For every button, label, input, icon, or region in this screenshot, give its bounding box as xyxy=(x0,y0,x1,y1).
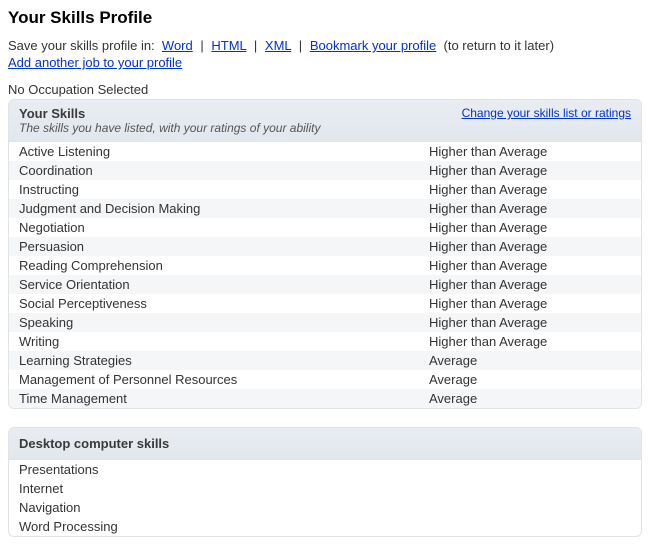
skill-name: Writing xyxy=(19,334,429,349)
save-html-link[interactable]: HTML xyxy=(211,38,246,53)
skill-rating: Higher than Average xyxy=(429,315,631,330)
no-occupation-text: No Occupation Selected xyxy=(8,82,642,97)
skill-row: Time ManagementAverage xyxy=(9,389,641,408)
bookmark-profile-link[interactable]: Bookmark your profile xyxy=(310,38,436,53)
skill-name: Coordination xyxy=(19,163,429,178)
desktop-skill-item: Word Processing xyxy=(9,517,641,536)
skills-panel-subtitle: The skills you have listed, with your ra… xyxy=(19,121,320,135)
skill-row: Active ListeningHigher than Average xyxy=(9,142,641,161)
skill-row: WritingHigher than Average xyxy=(9,332,641,351)
separator: | xyxy=(200,38,203,53)
skill-rating: Higher than Average xyxy=(429,239,631,254)
change-skills-link[interactable]: Change your skills list or ratings xyxy=(462,106,631,120)
skill-row: Learning StrategiesAverage xyxy=(9,351,641,370)
skill-row: Management of Personnel ResourcesAverage xyxy=(9,370,641,389)
skill-name: Time Management xyxy=(19,391,429,406)
skill-row: SpeakingHigher than Average xyxy=(9,313,641,332)
page-title: Your Skills Profile xyxy=(8,8,642,28)
desktop-skills-panel: Desktop computer skills PresentationsInt… xyxy=(8,427,642,537)
skill-row: NegotiationHigher than Average xyxy=(9,218,641,237)
skills-panel-title: Your Skills xyxy=(19,106,320,121)
skills-panel: Your Skills The skills you have listed, … xyxy=(8,99,642,409)
separator: | xyxy=(299,38,302,53)
skill-row: Social PerceptivenessHigher than Average xyxy=(9,294,641,313)
skill-row: Service OrientationHigher than Average xyxy=(9,275,641,294)
skill-rating: Average xyxy=(429,391,631,406)
skill-rating: Higher than Average xyxy=(429,277,631,292)
add-job-link[interactable]: Add another job to your profile xyxy=(8,55,182,70)
separator: | xyxy=(254,38,257,53)
skill-rating: Higher than Average xyxy=(429,220,631,235)
skill-rating: Higher than Average xyxy=(429,201,631,216)
save-trailing: (to return to it later) xyxy=(444,38,555,53)
skill-name: Reading Comprehension xyxy=(19,258,429,273)
skill-name: Learning Strategies xyxy=(19,353,429,368)
skill-name: Judgment and Decision Making xyxy=(19,201,429,216)
skill-row: PersuasionHigher than Average xyxy=(9,237,641,256)
save-word-link[interactable]: Word xyxy=(162,38,193,53)
skill-rating: Higher than Average xyxy=(429,334,631,349)
skill-name: Instructing xyxy=(19,182,429,197)
save-xml-link[interactable]: XML xyxy=(265,38,291,53)
desktop-body: PresentationsInternetNavigationWord Proc… xyxy=(9,460,641,536)
desktop-skill-item: Navigation xyxy=(9,498,641,517)
skill-rating: Higher than Average xyxy=(429,144,631,159)
desktop-skill-item: Presentations xyxy=(9,460,641,479)
skill-name: Speaking xyxy=(19,315,429,330)
skill-name: Persuasion xyxy=(19,239,429,254)
skill-rating: Average xyxy=(429,372,631,387)
skills-panel-header: Your Skills The skills you have listed, … xyxy=(9,100,641,142)
skill-rating: Higher than Average xyxy=(429,163,631,178)
desktop-panel-title: Desktop computer skills xyxy=(19,436,169,451)
skill-rating: Higher than Average xyxy=(429,296,631,311)
skill-name: Social Perceptiveness xyxy=(19,296,429,311)
skill-row: Reading ComprehensionHigher than Average xyxy=(9,256,641,275)
skill-row: InstructingHigher than Average xyxy=(9,180,641,199)
save-line: Save your skills profile in: Word | HTML… xyxy=(8,38,642,53)
skill-name: Negotiation xyxy=(19,220,429,235)
desktop-panel-header: Desktop computer skills xyxy=(9,428,641,460)
desktop-skill-item: Internet xyxy=(9,479,641,498)
skill-rating: Average xyxy=(429,353,631,368)
skill-name: Management of Personnel Resources xyxy=(19,372,429,387)
save-prefix: Save your skills profile in: xyxy=(8,38,155,53)
skill-name: Service Orientation xyxy=(19,277,429,292)
skill-row: CoordinationHigher than Average xyxy=(9,161,641,180)
skill-name: Active Listening xyxy=(19,144,429,159)
skill-rating: Higher than Average xyxy=(429,258,631,273)
skill-rating: Higher than Average xyxy=(429,182,631,197)
skill-row: Judgment and Decision MakingHigher than … xyxy=(9,199,641,218)
skills-body: Active ListeningHigher than AverageCoord… xyxy=(9,142,641,408)
